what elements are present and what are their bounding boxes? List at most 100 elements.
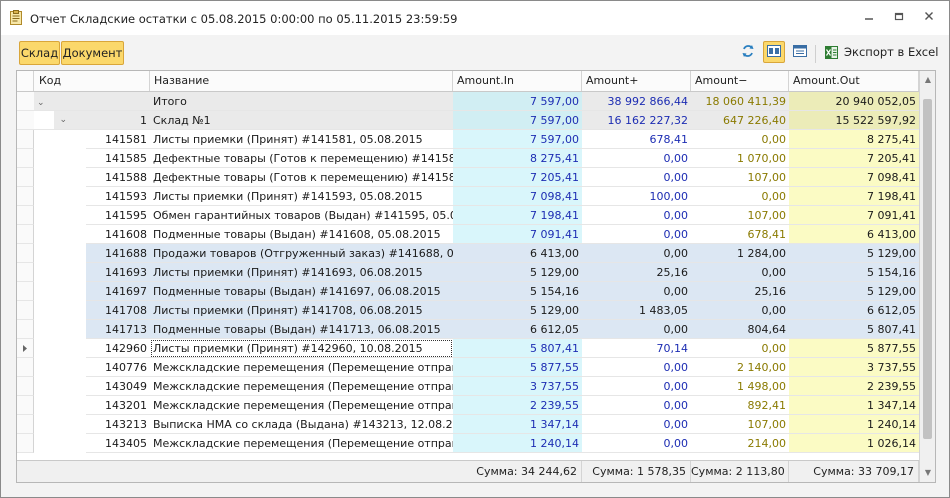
cell-kod[interactable]: 141708 [86,301,150,320]
row-indicator[interactable] [17,339,34,358]
cell-amount-in[interactable]: 5 129,00 [453,263,582,282]
header-kod[interactable]: Код [34,71,150,91]
cell-amount-minus[interactable]: 107,00 [691,415,789,434]
refresh-icon[interactable] [737,41,759,63]
cell-amount-minus[interactable]: 804,64 [691,320,789,339]
table-row[interactable]: 141593 Листы приемки (Принят) #141593, 05… [17,187,919,206]
table-row[interactable]: 141595 Обмен гарантийных товаров (Выдан) … [17,206,919,225]
cell-amount-plus[interactable]: 0,00 [582,377,691,396]
row-indicator[interactable] [17,320,34,339]
restore-icon[interactable] [889,9,909,27]
table-row[interactable]: 141713 Подменные товары (Выдан) #141713, … [17,320,919,339]
cell-amount-plus[interactable]: 0,00 [582,225,691,244]
cell-amount-in[interactable]: 3 737,55 [453,377,582,396]
table-row[interactable]: 141693 Листы приемки (Принят) #141693, 06… [17,263,919,282]
row-indicator[interactable] [17,282,34,301]
header-amount-in[interactable]: Amount.In [453,71,582,91]
cell-amount-out[interactable]: 7 198,41 [789,187,919,206]
cell-amount-out[interactable]: 7 205,41 [789,149,919,168]
cell-name[interactable]: Листы приемки (Принят) #141581, 05.08.20… [150,130,453,149]
cell-amount-out[interactable]: 7 098,41 [789,168,919,187]
cell-kod[interactable]: 141581 [86,130,150,149]
group-by-document-button[interactable]: Документ [61,41,124,65]
cell-amount-minus[interactable]: 892,41 [691,396,789,415]
cell-amount-plus[interactable]: 70,14 [582,339,691,358]
cell-amount-in[interactable]: 7 098,41 [453,187,582,206]
cell-kod[interactable]: 143213 [86,415,150,434]
cell-amount-out[interactable]: 6 612,05 [789,301,919,320]
cell-amount-in[interactable]: 5 807,41 [453,339,582,358]
table-row[interactable]: 141581 Листы приемки (Принят) #141581, 05… [17,130,919,149]
cell-amount-out[interactable]: 1 347,14 [789,396,919,415]
cell-amount-out[interactable]: 1 026,14 [789,434,919,453]
cell-kod[interactable]: 141608 [86,225,150,244]
cell-amount-in[interactable]: 1 347,14 [453,415,582,434]
cell-amount-minus[interactable]: 1 498,00 [691,377,789,396]
cell-kod[interactable]: 141713 [86,320,150,339]
cell-name[interactable]: Межскладские перемещения (Перемещение от… [150,434,453,453]
cell-name[interactable]: Листы приемки (Принят) #141593, 05.08.20… [150,187,453,206]
cell-amount-in[interactable]: 7 198,41 [453,206,582,225]
row-indicator[interactable] [17,149,34,168]
cell-amount-minus[interactable]: 0,00 [691,339,789,358]
header-amount-minus[interactable]: Amount− [691,71,789,91]
cell-name[interactable]: Дефектные товары (Готов к перемещению) #… [150,168,453,187]
table-row[interactable]: 143049 Межскладские перемещения (Перемеще… [17,377,919,396]
row-indicator[interactable] [17,301,34,320]
cell-name[interactable]: Продажи товаров (Отгруженный заказ) #141… [150,244,453,263]
cell-name[interactable]: Межскладские перемещения (Перемещение от… [150,396,453,415]
cell-name[interactable]: Листы приемки (Принят) #141708, 06.08.20… [150,301,453,320]
cell-amount-plus[interactable]: 0,00 [582,396,691,415]
cell-amount-in[interactable]: 1 240,14 [453,434,582,453]
total-row[interactable]: ⌄ Итого 7 597,00 38 992 866,44 18 060 41… [17,92,919,111]
table-row[interactable]: 141708 Листы приемки (Принят) #141708, 06… [17,301,919,320]
row-indicator[interactable] [17,377,34,396]
cell-amount-in[interactable]: 7 205,41 [453,168,582,187]
cell-kod[interactable]: 141595 [86,206,150,225]
cell-name[interactable]: Подменные товары (Выдан) #141608, 05.08.… [150,225,453,244]
table-row[interactable]: 141697 Подменные товары (Выдан) #141697, … [17,282,919,301]
cell-amount-minus[interactable]: 0,00 [691,130,789,149]
grid-view-icon[interactable] [763,41,785,63]
cell-amount-in[interactable]: 5 129,00 [453,301,582,320]
row-indicator[interactable] [17,263,34,282]
cell-amount-in[interactable]: 7 091,41 [453,225,582,244]
cell-amount-plus[interactable]: 25,16 [582,263,691,282]
cell-amount-plus[interactable]: 0,00 [582,282,691,301]
cell-kod[interactable]: 143201 [86,396,150,415]
table-row[interactable]: 143213 Выписка НМА со склада (Выдана) #14… [17,415,919,434]
row-indicator[interactable] [17,168,34,187]
cell-amount-minus[interactable]: 1 284,00 [691,244,789,263]
cell-amount-in[interactable]: 5 154,16 [453,282,582,301]
row-indicator[interactable] [17,206,34,225]
cell-amount-plus[interactable]: 0,00 [582,168,691,187]
cell-amount-in[interactable]: 6 413,00 [453,244,582,263]
cell-amount-in[interactable]: 8 275,41 [453,149,582,168]
scrollbar-thumb[interactable] [923,99,932,439]
cell-name[interactable]: Листы приемки (Принят) #142960, 10.08.20… [150,339,453,358]
row-indicator[interactable] [17,244,34,263]
cell-amount-minus[interactable]: 678,41 [691,225,789,244]
chevron-down-icon[interactable]: ⌄ [57,111,67,129]
cell-amount-plus[interactable]: 0,00 [582,206,691,225]
table-row[interactable]: 143201 Межскладские перемещения (Перемеще… [17,396,919,415]
cell-amount-minus[interactable]: 107,00 [691,206,789,225]
row-indicator[interactable] [17,225,34,244]
cell-kod[interactable]: 140776 [86,358,150,377]
chevron-down-icon[interactable]: ⌄ [37,94,47,110]
cell-amount-out[interactable]: 6 413,00 [789,225,919,244]
row-indicator[interactable] [17,130,34,149]
cell-amount-minus[interactable]: 0,00 [691,187,789,206]
cell-kod[interactable]: 141697 [86,282,150,301]
row-indicator[interactable] [17,396,34,415]
row-indicator[interactable] [17,358,34,377]
total-expander[interactable]: ⌄ [34,92,150,111]
cell-amount-in[interactable]: 2 239,55 [453,396,582,415]
cell-kod[interactable]: 141593 [86,187,150,206]
cell-amount-minus[interactable]: 0,00 [691,263,789,282]
cell-name[interactable]: Подменные товары (Выдан) #141713, 06.08.… [150,320,453,339]
row-indicator[interactable] [17,434,34,453]
cell-amount-in[interactable]: 5 877,55 [453,358,582,377]
group-by-sklad-button[interactable]: Склад [19,41,60,65]
header-amount-plus[interactable]: Amount+ [582,71,691,91]
